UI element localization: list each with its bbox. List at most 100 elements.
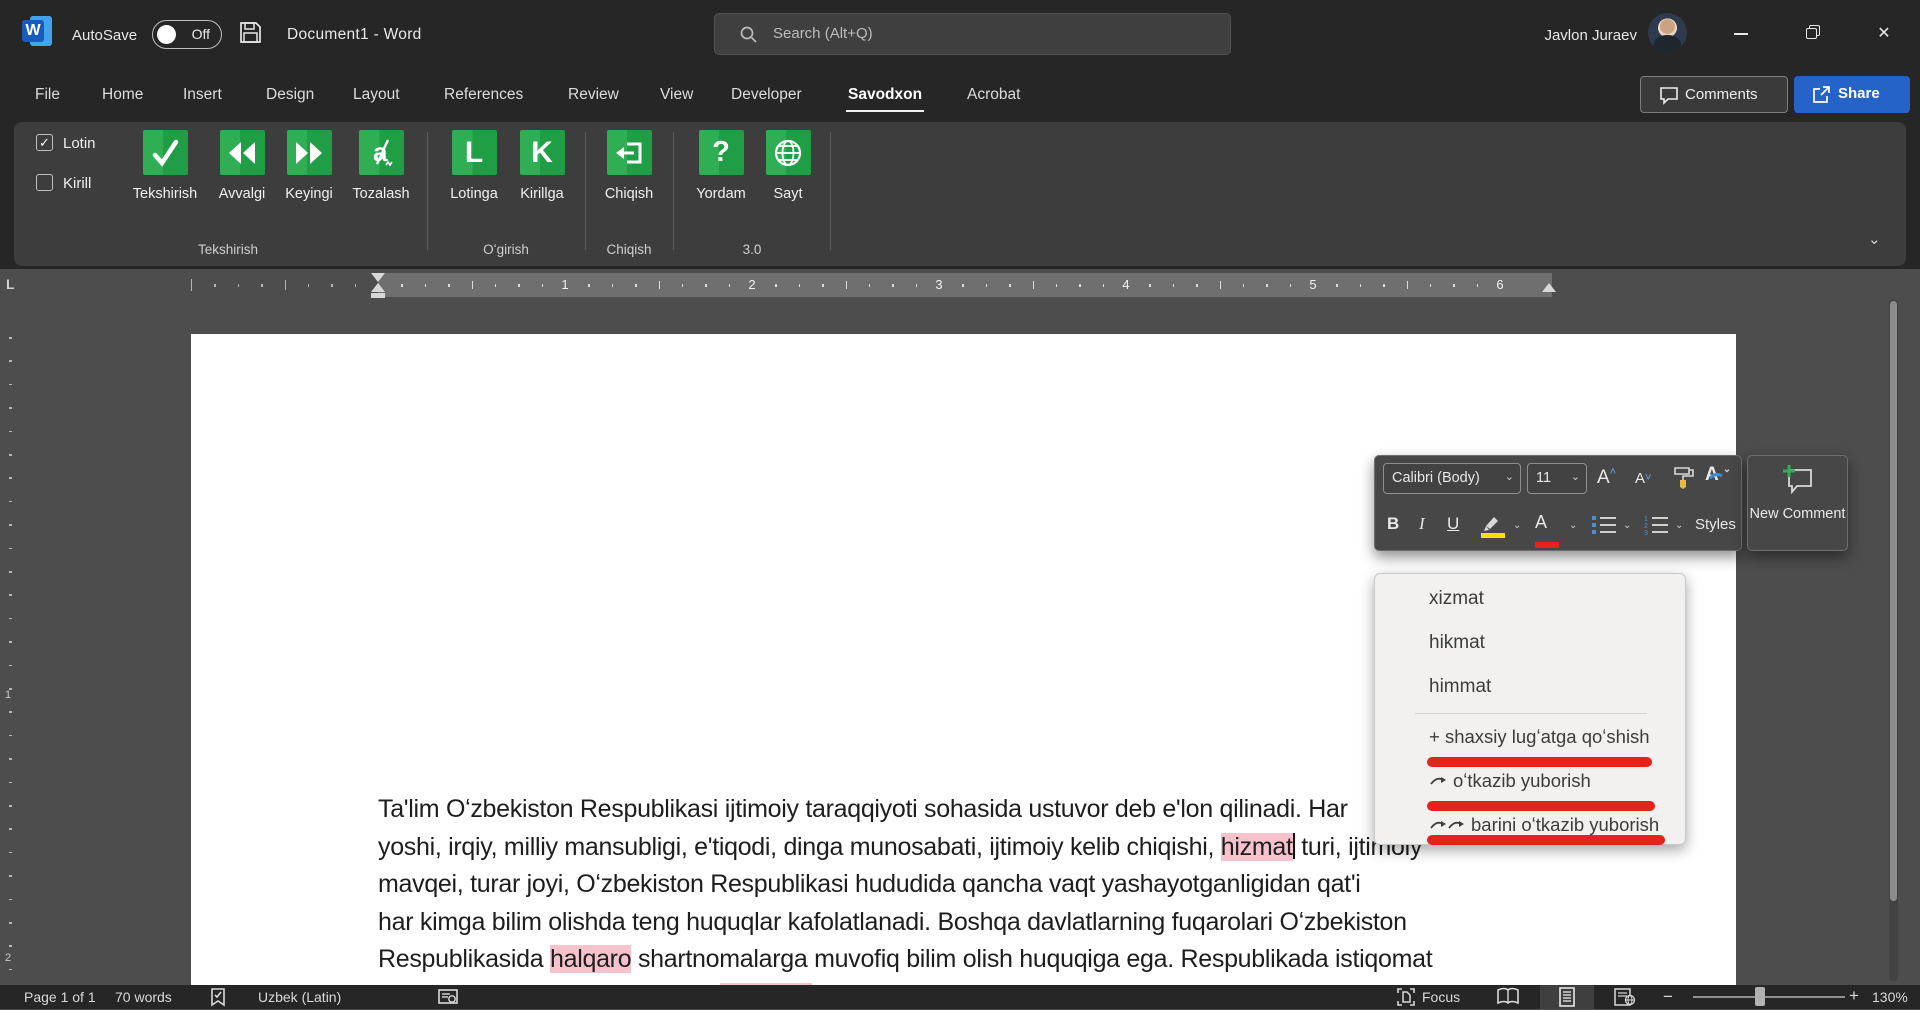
tab-review[interactable]: Review bbox=[566, 80, 621, 110]
font-color-button[interactable]: A bbox=[1535, 512, 1559, 553]
comment-bubble-icon bbox=[1659, 86, 1679, 109]
zoom-in-button[interactable]: + bbox=[1849, 986, 1859, 1006]
word-count[interactable]: 70 words bbox=[115, 989, 172, 1005]
vruler-tick bbox=[9, 899, 12, 901]
minimize-button[interactable] bbox=[1718, 18, 1764, 50]
print-layout-icon[interactable] bbox=[1558, 987, 1576, 1010]
text-line-5[interactable]: Respublikasida halqaro shartnomalarga mu… bbox=[378, 940, 1549, 978]
red-underline-bar bbox=[1427, 757, 1652, 767]
bullet-list-button[interactable] bbox=[1591, 514, 1617, 541]
ribbon-button-kirillga[interactable]: KKirillga bbox=[500, 130, 584, 202]
web-layout-icon[interactable] bbox=[1614, 987, 1636, 1010]
vruler-tick bbox=[9, 782, 12, 784]
chevron-down-icon[interactable]: ⌄ bbox=[1623, 520, 1631, 531]
page-indicator[interactable]: Page 1 of 1 bbox=[24, 989, 96, 1005]
proofing-errors-icon[interactable] bbox=[208, 987, 228, 1010]
chevron-down-icon[interactable]: ⌄ bbox=[1513, 520, 1521, 531]
shrink-font-button[interactable]: A˅ bbox=[1635, 470, 1651, 487]
first-line-indent-marker[interactable] bbox=[371, 273, 385, 282]
ruler-number: 3 bbox=[935, 277, 942, 292]
chevron-down-icon[interactable]: ⌄ bbox=[1569, 520, 1577, 531]
numbered-list-button[interactable]: 123 bbox=[1643, 514, 1669, 541]
new-comment-button[interactable]: New Comment bbox=[1747, 455, 1848, 551]
close-button[interactable]: ✕ bbox=[1861, 18, 1907, 50]
language-indicator[interactable]: Uzbek (Latin) bbox=[258, 989, 341, 1005]
scrollbar-thumb[interactable] bbox=[1890, 301, 1897, 901]
hanging-indent-marker[interactable] bbox=[371, 283, 385, 292]
ribbon-button-sayt[interactable]: Sayt bbox=[746, 130, 830, 202]
styles-button[interactable]: Styles bbox=[1695, 516, 1736, 533]
format-painter-icon[interactable] bbox=[1671, 464, 1697, 495]
macro-recording-icon[interactable] bbox=[437, 987, 459, 1010]
italic-button[interactable]: I bbox=[1419, 514, 1425, 534]
chevron-down-icon[interactable]: ⌄ bbox=[1675, 520, 1683, 531]
text-line-6[interactable]: qilayotgan fuqaroligi boʻlmagan shahslar… bbox=[378, 978, 1549, 985]
comments-button[interactable]: Comments bbox=[1640, 76, 1788, 113]
ruler-tick bbox=[542, 284, 544, 287]
user-name[interactable]: Javlon Juraev bbox=[1527, 27, 1637, 44]
tab-insert[interactable]: Insert bbox=[181, 80, 224, 110]
ribbon-button-chiqish[interactable]: Chiqish bbox=[587, 130, 671, 202]
highlight-color-button[interactable] bbox=[1477, 512, 1505, 545]
help-icon: ? bbox=[699, 130, 744, 175]
vertical-scrollbar[interactable] bbox=[1889, 299, 1898, 981]
group-label-1: Tekshirish bbox=[198, 242, 258, 257]
text-line-3[interactable]: mavqei, turar joyi, Oʻzbekiston Respubli… bbox=[378, 865, 1549, 903]
autosave-toggle[interactable]: Off bbox=[152, 20, 222, 49]
avatar[interactable] bbox=[1648, 13, 1687, 52]
zoom-slider-thumb[interactable] bbox=[1755, 987, 1765, 1006]
tab-layout[interactable]: Layout bbox=[351, 80, 402, 110]
ribbon-button-tekshirish[interactable]: Tekshirish bbox=[123, 130, 207, 202]
tab-view[interactable]: View bbox=[658, 80, 695, 110]
ruler-margin-tick bbox=[355, 284, 357, 287]
share-button[interactable]: Share bbox=[1794, 76, 1910, 113]
ruler-number: 1 bbox=[561, 277, 568, 292]
highlighted-word: halqaro bbox=[550, 945, 631, 973]
search-input[interactable]: Search (Alt+Q) bbox=[714, 13, 1231, 55]
tab-acrobat[interactable]: Acrobat bbox=[965, 80, 1022, 110]
add-to-dictionary-item[interactable]: + shaxsiy lugʻatga qoʻshish bbox=[1429, 726, 1650, 748]
ruler-margin-tick bbox=[285, 280, 286, 290]
zoom-level[interactable]: 130% bbox=[1872, 989, 1908, 1005]
bold-button[interactable]: B bbox=[1387, 514, 1399, 534]
text-effects-button[interactable]: A⌄ bbox=[1705, 464, 1723, 486]
tab-savodxon[interactable]: Savodxon bbox=[846, 80, 924, 112]
font-name-combobox[interactable]: Calibri (Body) ⌄ bbox=[1383, 463, 1521, 494]
suggestion-hikmat[interactable]: hikmat bbox=[1429, 632, 1485, 654]
skip-item[interactable]: oʻtkazib yuborish bbox=[1429, 770, 1591, 792]
red-underline-bar bbox=[1427, 801, 1655, 811]
suggestion-xizmat[interactable]: xizmat bbox=[1429, 588, 1484, 610]
word-app-icon[interactable]: W bbox=[22, 16, 52, 46]
save-button[interactable] bbox=[238, 20, 266, 48]
ruler-tick bbox=[799, 284, 801, 287]
tab-design[interactable]: Design bbox=[264, 80, 316, 110]
zoom-out-button[interactable]: − bbox=[1663, 987, 1673, 1007]
grow-font-button[interactable]: A˄ bbox=[1597, 466, 1616, 489]
group-label-4: 3.0 bbox=[743, 242, 762, 257]
collapse-ribbon-icon[interactable]: ⌄ bbox=[1868, 230, 1881, 248]
skip-all-item[interactable]: barini oʻtkazib yuborish bbox=[1429, 814, 1659, 836]
read-mode-icon[interactable] bbox=[1496, 987, 1520, 1010]
autosave-state: Off bbox=[192, 26, 210, 42]
tab-stop-selector[interactable]: L bbox=[6, 276, 15, 292]
focus-icon[interactable] bbox=[1396, 987, 1416, 1010]
restore-button[interactable] bbox=[1790, 18, 1836, 50]
horizontal-ruler[interactable]: L 123456 bbox=[0, 273, 1920, 297]
focus-label[interactable]: Focus bbox=[1422, 989, 1460, 1005]
zoom-slider-track[interactable] bbox=[1693, 996, 1845, 998]
font-size-combobox[interactable]: 11 ⌄ bbox=[1527, 463, 1587, 494]
svg-text:2: 2 bbox=[1644, 523, 1648, 530]
tab-home[interactable]: Home bbox=[100, 80, 145, 110]
ribbon-button-tozalash[interactable]: aTozalash bbox=[339, 130, 423, 202]
underline-button[interactable]: U bbox=[1447, 514, 1459, 534]
tab-file[interactable]: File bbox=[33, 80, 62, 110]
left-indent-marker[interactable] bbox=[371, 293, 385, 298]
right-indent-marker[interactable] bbox=[1542, 283, 1556, 292]
tab-developer[interactable]: Developer bbox=[729, 80, 804, 110]
tab-references[interactable]: References bbox=[442, 80, 525, 110]
svg-text:1: 1 bbox=[1644, 516, 1648, 523]
suggestion-himmat[interactable]: himmat bbox=[1429, 676, 1491, 698]
text-line-4[interactable]: har kimga bilim olishda teng huquqlar ka… bbox=[378, 903, 1549, 941]
ruler-tick bbox=[869, 284, 871, 287]
document-title: Document1 - Word bbox=[287, 26, 422, 44]
